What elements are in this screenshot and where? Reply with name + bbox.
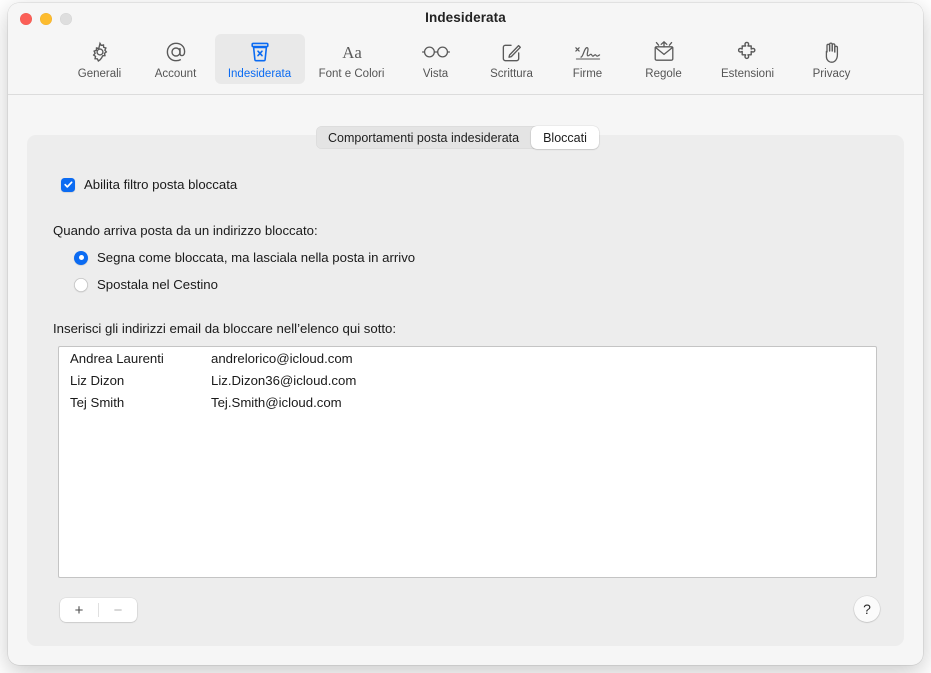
puzzle-icon <box>736 38 760 66</box>
blocked-addresses-list[interactable]: Andrea Laurenti andrelorico@icloud.com L… <box>58 346 877 578</box>
list-item-email: Tej.Smith@icloud.com <box>211 394 342 410</box>
radio-label-mark-as-blocked: Segna come bloccata, ma lasciala nella p… <box>97 250 416 265</box>
svg-text:Aa: Aa <box>342 43 362 62</box>
junk-bin-icon <box>248 38 272 66</box>
glasses-icon <box>421 38 451 66</box>
toolbar-label-privacy: Privacy <box>812 68 851 80</box>
enable-blocked-filter-label: Abilita filtro posta bloccata <box>84 177 238 192</box>
toolbar-label-scrittura: Scrittura <box>490 68 533 80</box>
segmented-control: Comportamenti posta indesiderata Bloccat… <box>316 126 599 149</box>
list-item[interactable]: Andrea Laurenti andrelorico@icloud.com <box>59 347 876 369</box>
toolbar-item-account[interactable]: Account <box>139 34 213 84</box>
toolbar-label-vista: Vista <box>422 68 449 80</box>
toolbar-item-indesiderata[interactable]: Indesiderata <box>214 34 305 84</box>
list-item-email: andrelorico@icloud.com <box>211 350 353 366</box>
toolbar-label-indesiderata: Indesiderata <box>227 68 292 80</box>
enable-blocked-filter-row[interactable]: Abilita filtro posta bloccata <box>61 177 237 192</box>
toolbar-label-firme: Firme <box>572 68 603 80</box>
at-sign-icon <box>164 38 188 66</box>
radio-row-move-to-trash[interactable]: Spostala nel Cestino <box>74 277 218 292</box>
toolbar-label-generali: Generali <box>77 68 122 80</box>
toolbar-item-regole[interactable]: Regole <box>627 34 701 84</box>
window-title: Indesiderata <box>425 10 506 25</box>
list-item-name: Liz Dizon <box>70 372 125 388</box>
when-blocked-label: Quando arriva posta da un indirizzo bloc… <box>53 223 318 238</box>
toolbar-label-regole: Regole <box>645 68 682 80</box>
list-item-name: Tej Smith <box>70 394 125 410</box>
toolbar-label-font-e-colori: Font e Colori <box>318 68 385 80</box>
list-item[interactable]: Liz Dizon Liz.Dizon36@icloud.com <box>59 369 876 391</box>
titlebar: Indesiderata <box>8 3 923 34</box>
add-remove-segment: + − <box>60 598 137 622</box>
preferences-window: Indesiderata Generali Account Indesidera… <box>8 3 923 665</box>
tab-comportamenti-posta-indesiderata[interactable]: Comportamenti posta indesiderata <box>316 126 531 149</box>
content-pane: Comportamenti posta indesiderata Bloccat… <box>27 126 904 646</box>
radio-row-mark-as-blocked[interactable]: Segna come bloccata, ma lasciala nella p… <box>74 250 415 265</box>
toolbar-item-scrittura[interactable]: Scrittura <box>475 34 549 84</box>
radio-move-to-trash[interactable] <box>74 277 88 292</box>
toolbar-label-account: Account <box>154 68 197 80</box>
gear-icon <box>89 38 111 66</box>
add-address-button[interactable]: + <box>60 598 98 622</box>
toolbar-item-generali[interactable]: Generali <box>63 34 137 84</box>
radio-label-move-to-trash: Spostala nel Cestino <box>97 277 218 292</box>
toolbar-label-estensioni: Estensioni <box>720 68 775 80</box>
tab-bloccati[interactable]: Bloccati <box>531 126 599 149</box>
radio-mark-as-blocked[interactable] <box>74 250 88 265</box>
enable-blocked-filter-checkbox[interactable] <box>61 177 75 192</box>
toolbar-item-font-e-colori[interactable]: Aa Font e Colori <box>307 34 397 84</box>
font-aa-icon: Aa <box>337 38 367 66</box>
compose-icon <box>500 38 523 66</box>
toolbar-item-estensioni[interactable]: Estensioni <box>703 34 793 84</box>
list-item[interactable]: Tej Smith Tej.Smith@icloud.com <box>59 391 876 413</box>
list-item-name: Andrea Laurenti <box>70 350 164 366</box>
remove-address-button: − <box>113 601 123 619</box>
hand-icon <box>821 38 843 66</box>
toolbar-item-privacy[interactable]: Privacy <box>795 34 869 84</box>
toolbar-item-vista[interactable]: Vista <box>399 34 473 84</box>
preferences-toolbar: Generali Account Indesiderata Aa Font e … <box>8 34 923 95</box>
toolbar-item-firme[interactable]: Firme <box>551 34 625 84</box>
list-item-email: Liz.Dizon36@icloud.com <box>211 372 357 388</box>
rules-envelope-icon <box>652 38 676 66</box>
signature-icon <box>574 38 602 66</box>
blocked-list-instruction-label: Inserisci gli indirizzi email da bloccar… <box>53 321 397 336</box>
help-button[interactable]: ? <box>854 596 880 622</box>
